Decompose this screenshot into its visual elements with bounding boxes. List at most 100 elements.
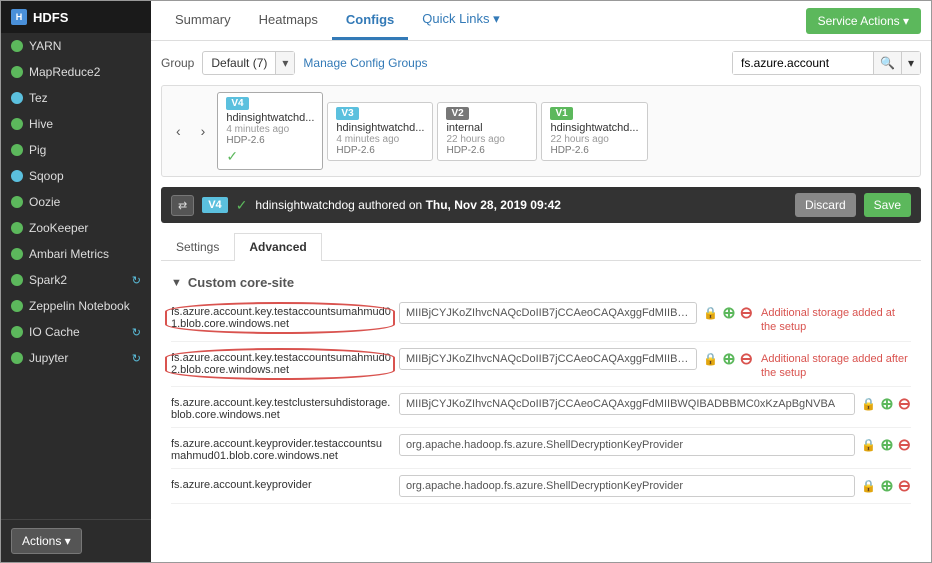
add-icon-4[interactable]: ⊕ (880, 476, 893, 496)
version-prev-arrow[interactable]: ‹ (168, 119, 189, 143)
config-search-input[interactable] (733, 52, 873, 74)
hdfs-icon: H (11, 9, 27, 25)
sidebar-item-hive[interactable]: Hive (1, 111, 151, 137)
tab-configs[interactable]: Configs (332, 2, 408, 40)
config-value-wrap-3: 🔒 ⊕ ⊖ (399, 434, 911, 456)
status-icon-ambari-metrics (11, 248, 23, 260)
remove-icon-3[interactable]: ⊖ (898, 435, 911, 455)
tab-advanced[interactable]: Advanced (234, 233, 321, 261)
config-actions-2: 🔒 ⊕ ⊖ (861, 394, 911, 414)
config-value-input-2[interactable] (399, 393, 855, 415)
search-icon[interactable]: 🔍 (873, 52, 901, 74)
discard-button[interactable]: Discard (795, 193, 856, 217)
section-header-custom-core-site[interactable]: ▼ Custom core-site (171, 269, 911, 296)
lock-icon-4[interactable]: 🔒 (861, 479, 876, 493)
sidebar-label-jupyter: Jupyter (29, 351, 126, 365)
sidebar-item-spark2[interactable]: Spark2 ↻ (1, 267, 151, 293)
config-value-wrap-4: 🔒 ⊕ ⊖ (399, 475, 911, 497)
sidebar-item-pig[interactable]: Pig (1, 137, 151, 163)
tab-heatmaps[interactable]: Heatmaps (245, 2, 332, 40)
config-row-2: fs.azure.account.key.testclustersuhdisto… (171, 387, 911, 428)
author-version-badge: V4 (202, 197, 227, 213)
config-row-4: fs.azure.account.keyprovider 🔒 ⊕ ⊖ (171, 469, 911, 504)
section-collapse-icon: ▼ (171, 277, 182, 289)
lock-icon-1[interactable]: 🔒 (703, 352, 718, 366)
status-icon-io-cache (11, 326, 23, 338)
config-value-input-1[interactable] (399, 348, 697, 370)
sidebar-title: HDFS (33, 10, 68, 25)
v3-time: 4 minutes ago (336, 134, 424, 145)
group-select-arrow[interactable]: ▾ (275, 52, 294, 74)
v4-hdp: HDP-2.6 (226, 135, 314, 146)
sidebar-item-oozie[interactable]: Oozie (1, 189, 151, 215)
lock-icon-0[interactable]: 🔒 (703, 306, 718, 320)
status-icon-spark2 (11, 274, 23, 286)
v4-check: ✓ (226, 148, 314, 165)
config-key-2: fs.azure.account.key.testclustersuhdisto… (171, 393, 391, 421)
sidebar-item-ambari-metrics[interactable]: Ambari Metrics (1, 241, 151, 267)
config-value-input-4[interactable] (399, 475, 855, 497)
version-card-v2[interactable]: V2 internal 22 hours ago HDP-2.6 (437, 102, 537, 161)
main-content: Summary Heatmaps Configs Quick Links ▾ S… (151, 1, 931, 562)
add-icon-0[interactable]: ⊕ (722, 303, 735, 323)
tab-quick-links[interactable]: Quick Links ▾ (408, 1, 513, 40)
v2-name: internal (446, 122, 528, 134)
status-icon-pig (11, 144, 23, 156)
group-select-value: Default (7) (203, 52, 275, 74)
actions-button[interactable]: Actions ▾ (11, 528, 82, 554)
config-key-4: fs.azure.account.keyprovider (171, 475, 391, 491)
version-card-v1[interactable]: V1 hdinsightwatchd... 22 hours ago HDP-2… (541, 102, 647, 161)
status-icon-jupyter (11, 352, 23, 364)
remove-icon-0[interactable]: ⊖ (740, 303, 753, 323)
sidebar-item-mapreduce2[interactable]: MapReduce2 (1, 59, 151, 85)
author-check-icon: ✓ (236, 197, 248, 214)
lock-icon-2[interactable]: 🔒 (861, 397, 876, 411)
sidebar-label-ambari-metrics: Ambari Metrics (29, 247, 141, 261)
lock-icon-3[interactable]: 🔒 (861, 438, 876, 452)
add-icon-1[interactable]: ⊕ (722, 349, 735, 369)
add-icon-2[interactable]: ⊕ (880, 394, 893, 414)
sidebar-item-jupyter[interactable]: Jupyter ↻ (1, 345, 151, 371)
v4-name: hdinsightwatchd... (226, 112, 314, 124)
save-button[interactable]: Save (864, 193, 911, 217)
service-actions-label: Service Actions ▾ (818, 14, 909, 28)
refresh-icon-jupyter[interactable]: ↻ (132, 352, 141, 365)
status-icon-mapreduce2 (11, 66, 23, 78)
version-history: ‹ › V4 hdinsightwatchd... 4 minutes ago … (161, 85, 921, 177)
sidebar-header: H HDFS (1, 1, 151, 33)
author-bar: ⇄ V4 ✓ hdinsightwatchdog authored on Thu… (161, 187, 921, 223)
config-actions-0: 🔒 ⊕ ⊖ (703, 303, 753, 323)
service-actions-button[interactable]: Service Actions ▾ (806, 8, 921, 34)
config-row-3: fs.azure.account.keyprovider.testaccount… (171, 428, 911, 469)
sidebar-item-yarn[interactable]: YARN (1, 33, 151, 59)
search-dropdown-icon[interactable]: ▾ (901, 52, 920, 74)
group-select[interactable]: Default (7) ▾ (202, 51, 295, 75)
service-actions-wrap: Service Actions ▾ (806, 8, 921, 34)
tab-settings[interactable]: Settings (161, 233, 234, 260)
sidebar-item-sqoop[interactable]: Sqoop (1, 163, 151, 189)
config-value-input-3[interactable] (399, 434, 855, 456)
tab-summary[interactable]: Summary (161, 2, 245, 40)
sidebar-item-io-cache[interactable]: IO Cache ↻ (1, 319, 151, 345)
top-nav: Summary Heatmaps Configs Quick Links ▾ S… (151, 1, 931, 41)
version-card-v4[interactable]: V4 hdinsightwatchd... 4 minutes ago HDP-… (217, 92, 323, 170)
sidebar-item-zeppelin[interactable]: Zeppelin Notebook (1, 293, 151, 319)
add-icon-3[interactable]: ⊕ (880, 435, 893, 455)
remove-icon-4[interactable]: ⊖ (898, 476, 911, 496)
config-actions-3: 🔒 ⊕ ⊖ (861, 435, 911, 455)
sidebar-label-pig: Pig (29, 143, 141, 157)
remove-icon-1[interactable]: ⊖ (740, 349, 753, 369)
version-next-arrow[interactable]: › (193, 119, 214, 143)
remove-icon-2[interactable]: ⊖ (898, 394, 911, 414)
manage-config-groups-link[interactable]: Manage Config Groups (303, 56, 427, 70)
refresh-icon-io-cache[interactable]: ↻ (132, 326, 141, 339)
v2-time: 22 hours ago (446, 134, 528, 145)
sidebar-label-zeppelin: Zeppelin Notebook (29, 299, 141, 313)
config-value-input-0[interactable] (399, 302, 697, 324)
compare-icon[interactable]: ⇄ (171, 195, 194, 216)
annotation-1: Additional storage added after the setup (761, 348, 911, 381)
sidebar-item-zookeeper[interactable]: ZooKeeper (1, 215, 151, 241)
sidebar-item-tez[interactable]: Tez (1, 85, 151, 111)
version-card-v3[interactable]: V3 hdinsightwatchd... 4 minutes ago HDP-… (327, 102, 433, 161)
refresh-icon-spark2[interactable]: ↻ (132, 274, 141, 287)
